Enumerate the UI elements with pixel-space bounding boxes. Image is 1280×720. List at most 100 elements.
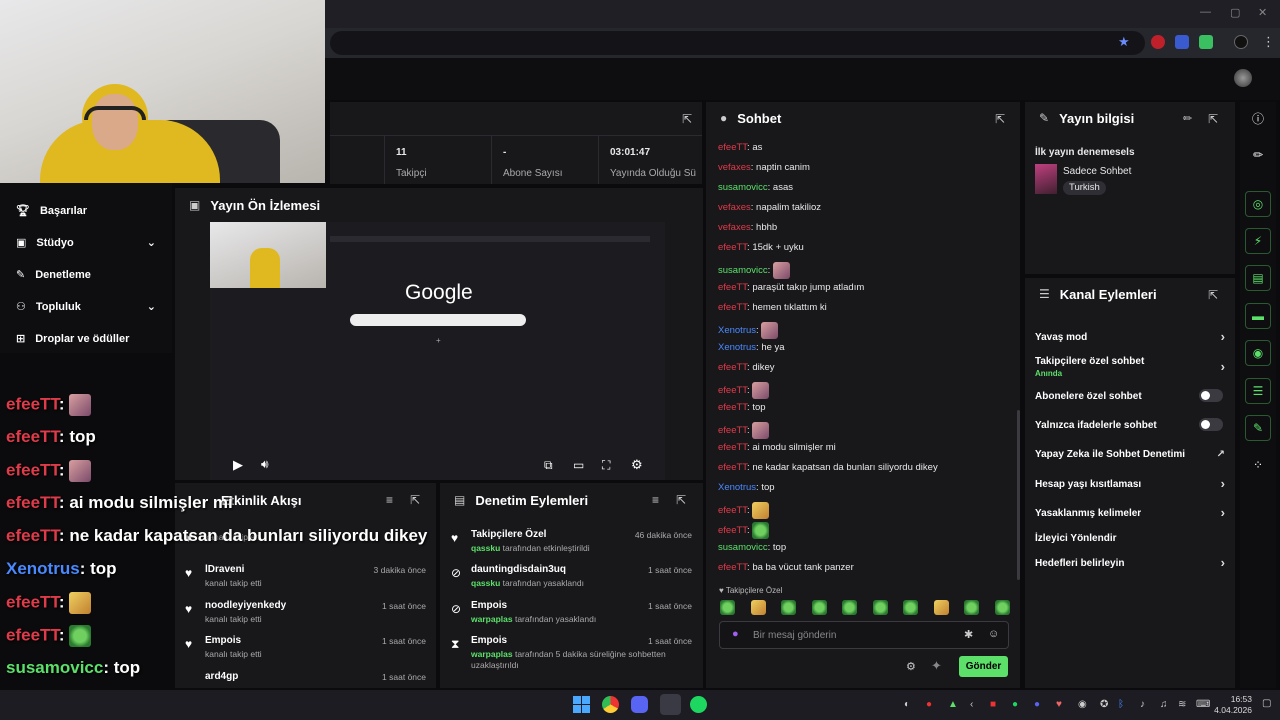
emote-icon[interactable] <box>781 600 797 615</box>
chat-message[interactable]: efeeTT: dikey <box>718 362 775 373</box>
moderation-item[interactable]: ⊘ dauntingdisdain3uq qassku tarafından yas… <box>451 564 692 588</box>
address-bar[interactable] <box>330 31 1145 55</box>
emote-only-action[interactable]: Yalnızca ifadelerle sohbet <box>1035 418 1225 431</box>
tray-icon[interactable]: ● <box>926 699 932 710</box>
emoji-icon[interactable]: ☺ <box>988 628 999 640</box>
nav-basarilar[interactable]: 🏆︎ Başarılar <box>16 204 87 218</box>
edit-icon[interactable]: ✏ <box>1183 112 1192 125</box>
clock-time[interactable]: 16:53 <box>1226 694 1252 704</box>
chat-message[interactable]: vefaxes: naptin canim <box>718 162 810 173</box>
chat-username[interactable]: Xenotrus <box>718 325 756 336</box>
points-icon[interactable]: ✦ <box>931 658 942 674</box>
chat-username[interactable]: efeeTT <box>718 362 747 373</box>
chat-username[interactable]: Xenotrus <box>718 342 756 353</box>
slow-mode-action[interactable]: Yavaş mod › <box>1035 329 1225 344</box>
subscribers-only-toggle[interactable] <box>1199 389 1223 402</box>
user-avatar[interactable] <box>1234 69 1252 87</box>
play-icon[interactable]: ▶ <box>233 457 243 473</box>
chat-username[interactable]: efeeTT <box>718 402 747 413</box>
tray-icon[interactable]: ◉ <box>1078 699 1087 710</box>
bookmark-star-icon[interactable]: ★ <box>1118 34 1130 50</box>
translate-icon[interactable]: ✱ <box>964 628 973 641</box>
minimize-icon[interactable]: — <box>1200 6 1211 18</box>
emote-icon[interactable] <box>842 600 858 615</box>
activity-item[interactable]: ♥ noodleyiyenkedy kanalı takip etti 1 saat … <box>185 600 426 624</box>
chat-username[interactable]: susamovicc <box>718 542 768 553</box>
browser-menu-icon[interactable]: ⋮ <box>1262 34 1275 50</box>
emote-icon[interactable] <box>720 600 735 615</box>
emote-icon[interactable] <box>903 600 919 615</box>
chat-icon[interactable]: ▬ <box>1245 303 1271 329</box>
theater-icon[interactable]: ▭ <box>573 458 584 472</box>
send-button[interactable]: Gönder <box>959 656 1008 677</box>
chat-username[interactable]: vefaxes <box>718 202 751 213</box>
popout-icon[interactable]: ⇱ <box>410 493 420 507</box>
chat-username[interactable]: vefaxes <box>718 162 751 173</box>
chat-message[interactable]: vefaxes: napalim takilioz <box>718 202 821 213</box>
start-icon[interactable] <box>573 696 590 713</box>
emote-icon[interactable] <box>994 600 1010 615</box>
volume-icon[interactable]: ♫ <box>1160 699 1168 710</box>
volume-icon[interactable]: 🔊︎ <box>261 457 269 472</box>
chat-username[interactable]: efeeTT <box>718 425 747 436</box>
chat-message[interactable]: efeeTT: <box>718 522 770 539</box>
clipboard-icon[interactable]: ▤ <box>1245 265 1271 291</box>
maximize-icon[interactable]: ▢ <box>1230 6 1240 19</box>
nav-denetleme[interactable]: ✎ Denetleme <box>16 268 91 282</box>
chat-message[interactable]: susamovicc: asas <box>718 182 793 193</box>
layout-icon[interactable]: ☰ <box>1245 378 1271 404</box>
clock-date[interactable]: 4.04.2026 <box>1214 705 1252 715</box>
chat-message[interactable]: efeeTT: <box>718 382 770 399</box>
chat-username[interactable]: vefaxes <box>718 222 751 233</box>
activity-item[interactable]: ♥ Empois kanalı takip etti 1 saat önce <box>185 635 426 659</box>
apps-icon[interactable]: ⁘ <box>1245 452 1271 478</box>
tray-icon[interactable]: ‹ <box>970 699 973 710</box>
close-icon[interactable]: ✕ <box>1258 6 1267 19</box>
chat-username[interactable]: susamovicc <box>718 265 768 276</box>
chat-message[interactable]: efeeTT: hemen tıklattım ki <box>718 302 827 313</box>
chat-message[interactable]: efeeTT: ai modu silmişler mi <box>718 442 836 453</box>
settings-icon[interactable]: ⚙ <box>631 457 643 473</box>
chat-username[interactable]: efeeTT <box>718 142 747 153</box>
popout-icon[interactable]: ⇱ <box>676 493 686 507</box>
info-icon[interactable]: ⓘ <box>1245 105 1271 131</box>
obs-icon[interactable] <box>660 694 681 715</box>
chat-username[interactable]: efeeTT <box>718 282 747 293</box>
emote-icon[interactable] <box>872 600 888 615</box>
tray-icon[interactable]: ♥ <box>1056 699 1062 710</box>
activity-item[interactable]: ♥ lDraveni kanalı takip etti 3 dakika önce <box>185 564 426 588</box>
account-age-action[interactable]: Hesap yaşı kısıtlaması › <box>1035 476 1225 491</box>
followers-only-action[interactable]: Takipçilere özel sohbet Anında › <box>1035 356 1225 378</box>
tray-icon[interactable]: ✪ <box>1100 699 1108 710</box>
subscribers-only-action[interactable]: Abonelere özel sohbet <box>1035 389 1225 402</box>
spotify-icon[interactable] <box>690 696 707 713</box>
popout-icon[interactable]: ⇱ <box>995 112 1005 126</box>
emote-icon[interactable] <box>933 600 949 615</box>
mic-icon[interactable]: ● <box>732 628 739 640</box>
chat-username[interactable]: efeeTT <box>718 442 747 453</box>
chat-username[interactable]: Xenotrus <box>718 482 756 493</box>
chat-username[interactable]: efeeTT <box>718 505 747 516</box>
tray-icon[interactable]: ▲ <box>948 699 958 710</box>
chat-username[interactable]: efeeTT <box>718 242 747 253</box>
chat-username[interactable]: efeeTT <box>718 525 747 536</box>
chat-message[interactable]: Xenotrus: <box>718 322 779 339</box>
chat-username[interactable]: efeeTT <box>718 562 747 573</box>
extension-icon[interactable] <box>1151 35 1165 49</box>
chat-message[interactable]: efeeTT: top <box>718 402 766 413</box>
mic-icon[interactable]: ♪ <box>1140 699 1145 710</box>
nav-droplar[interactable]: ⊞ Droplar ve ödüller <box>16 332 129 346</box>
nav-studyo[interactable]: ▣ Stüdyo ⌄ <box>16 236 156 250</box>
chrome-icon[interactable] <box>602 696 619 713</box>
chat-scrollbar[interactable] <box>1017 410 1020 580</box>
extension-icon[interactable] <box>1175 35 1189 49</box>
wifi-icon[interactable]: ≋ <box>1178 699 1186 710</box>
notifications-icon[interactable]: ▢ <box>1262 698 1271 709</box>
moderation-item[interactable]: ♥ Takipçilere Özel qassku tarafından etkin… <box>451 529 692 553</box>
tray-icon[interactable]: ● <box>1012 699 1018 710</box>
camera-icon[interactable]: ◎ <box>1245 191 1271 217</box>
chat-message[interactable]: efeeTT: ne kadar kapatsan da bunları sil… <box>718 462 938 473</box>
chat-message[interactable]: susamovicc: top <box>718 542 786 553</box>
category-name[interactable]: Sadece Sohbet <box>1063 166 1131 177</box>
chat-message[interactable]: efeeTT: 15dk + uyku <box>718 242 804 253</box>
